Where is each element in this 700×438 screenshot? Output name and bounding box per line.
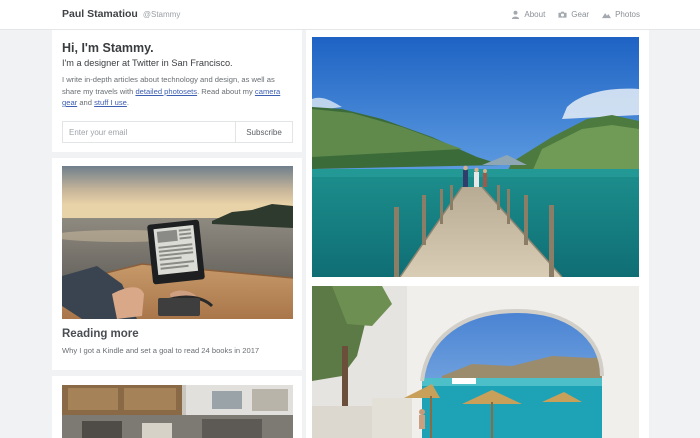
- email-input[interactable]: [63, 122, 235, 142]
- bio-text-2: . Read about my: [197, 86, 255, 96]
- main-nav: About Gear Photos: [511, 10, 640, 19]
- nav-photos-label: Photos: [615, 10, 640, 19]
- camera-icon: [558, 11, 567, 18]
- photo-beach-arch[interactable]: [312, 286, 639, 438]
- mountain-icon: [602, 13, 612, 19]
- intro-bio: I write in-depth articles about technolo…: [62, 74, 294, 109]
- nav-gear-label: Gear: [571, 10, 590, 19]
- site-name: Paul Stamatiou: [62, 8, 138, 20]
- nav-photos[interactable]: Photos: [602, 10, 640, 19]
- nav-about-label: About: [524, 10, 546, 19]
- intro-heading: Hi, I'm Stammy.: [62, 41, 154, 55]
- site-handle: @Stammy: [142, 10, 181, 19]
- photosets-link[interactable]: detailed photosets: [135, 87, 197, 96]
- intro-card: Hi, I'm Stammy. I'm a designer at Twitte…: [52, 30, 302, 152]
- nav-about[interactable]: About: [511, 10, 545, 19]
- photo-lake-pier[interactable]: [312, 37, 639, 277]
- post-card-reading[interactable]: Reading more Why I got a Kindle and set …: [52, 158, 302, 370]
- subscribe-form: Subscribe: [62, 121, 293, 143]
- post-image-kitchen[interactable]: [62, 385, 293, 438]
- intro-tagline: I'm a designer at Twitter in San Francis…: [62, 58, 233, 68]
- subscribe-button[interactable]: Subscribe: [235, 122, 292, 142]
- post-subtitle: Why I got a Kindle and set a goal to rea…: [62, 346, 260, 355]
- stuff-i-use-link[interactable]: stuff I use: [94, 98, 127, 107]
- nav-gear[interactable]: Gear: [558, 10, 589, 19]
- post-image-kindle[interactable]: [62, 166, 293, 319]
- person-icon: [512, 10, 520, 19]
- photo-card-lake[interactable]: [306, 30, 649, 282]
- site-brand[interactable]: Paul Stamatiou @Stammy: [62, 8, 180, 20]
- top-bar: Paul Stamatiou @Stammy About Gear Photos: [0, 0, 700, 30]
- post-title[interactable]: Reading more: [62, 328, 139, 340]
- post-card-2[interactable]: [52, 376, 302, 438]
- photo-card-beach[interactable]: [306, 280, 649, 438]
- bio-text-4: .: [126, 98, 130, 107]
- bio-text-3: and: [77, 98, 95, 107]
